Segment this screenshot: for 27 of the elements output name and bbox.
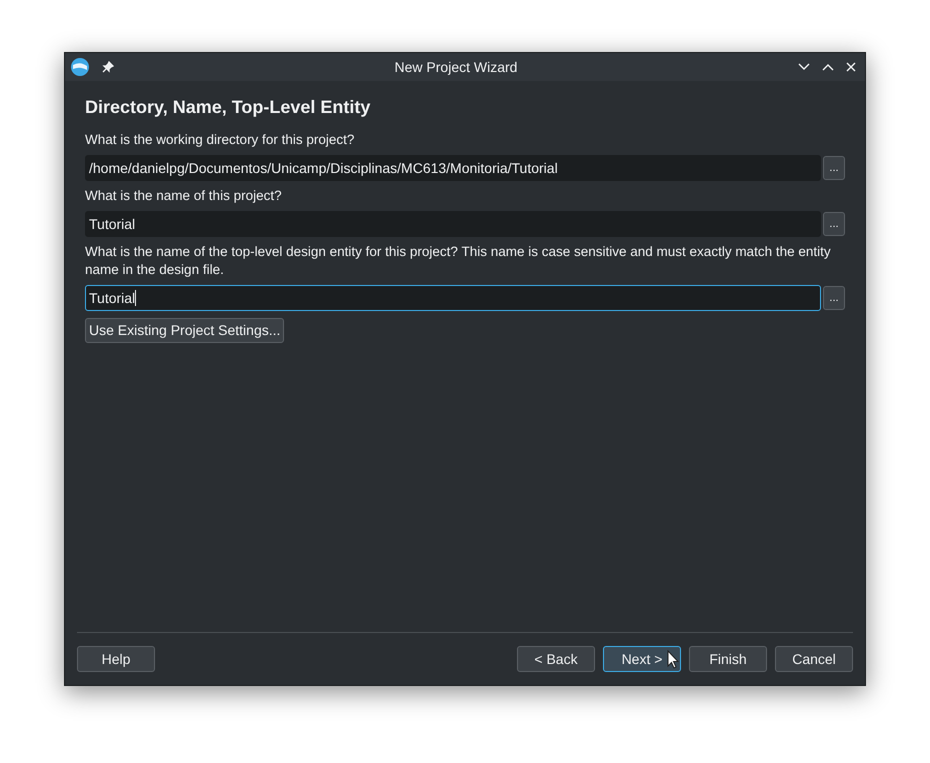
field-label: What is the working directory for this project? [85, 131, 356, 149]
dialog-button[interactable]: Finish [689, 646, 767, 672]
browse-button[interactable]: ... [823, 156, 845, 180]
browse-button[interactable]: ... [823, 286, 845, 310]
pin-icon[interactable] [102, 61, 114, 73]
close-icon[interactable] [846, 62, 856, 72]
dialog-button[interactable]: Cancel [775, 646, 853, 672]
app-logo-icon [70, 57, 90, 77]
field-label: What is the name of the top-level design entity for this project? This name is case sensitive and must exactly match the entity name in the design file. [85, 243, 832, 279]
use-existing-settings-button[interactable]: Use Existing Project Settings... [85, 318, 284, 343]
text-field[interactable]: Tutorial [85, 285, 821, 311]
dialog-button[interactable]: < Back [517, 646, 595, 672]
help-button[interactable]: Help [77, 646, 155, 672]
maximize-icon[interactable] [822, 63, 834, 71]
text-field[interactable]: /home/danielpg/Documentos/Unicamp/Disciplinas/MC613/Monitoria/Tutorial [85, 155, 821, 181]
field-value: Tutorial [89, 288, 136, 308]
mouse-pointer-icon [667, 650, 679, 670]
field-value: Tutorial [89, 214, 136, 234]
field-value: /home/danielpg/Documentos/Unicamp/Disciplinas/MC613/Monitoria/Tutorial [89, 158, 558, 178]
window-title: New Project Wizard [394, 58, 518, 77]
text-field[interactable]: Tutorial [85, 211, 821, 237]
page-heading: Directory, Name, Top-Level Entity [85, 96, 372, 119]
field-label: What is the name of this project? [85, 187, 283, 205]
dialog-button[interactable]: Next > [603, 646, 681, 672]
browse-button[interactable]: ... [823, 212, 845, 236]
text-cursor [135, 290, 136, 306]
minimize-icon[interactable] [798, 63, 810, 71]
